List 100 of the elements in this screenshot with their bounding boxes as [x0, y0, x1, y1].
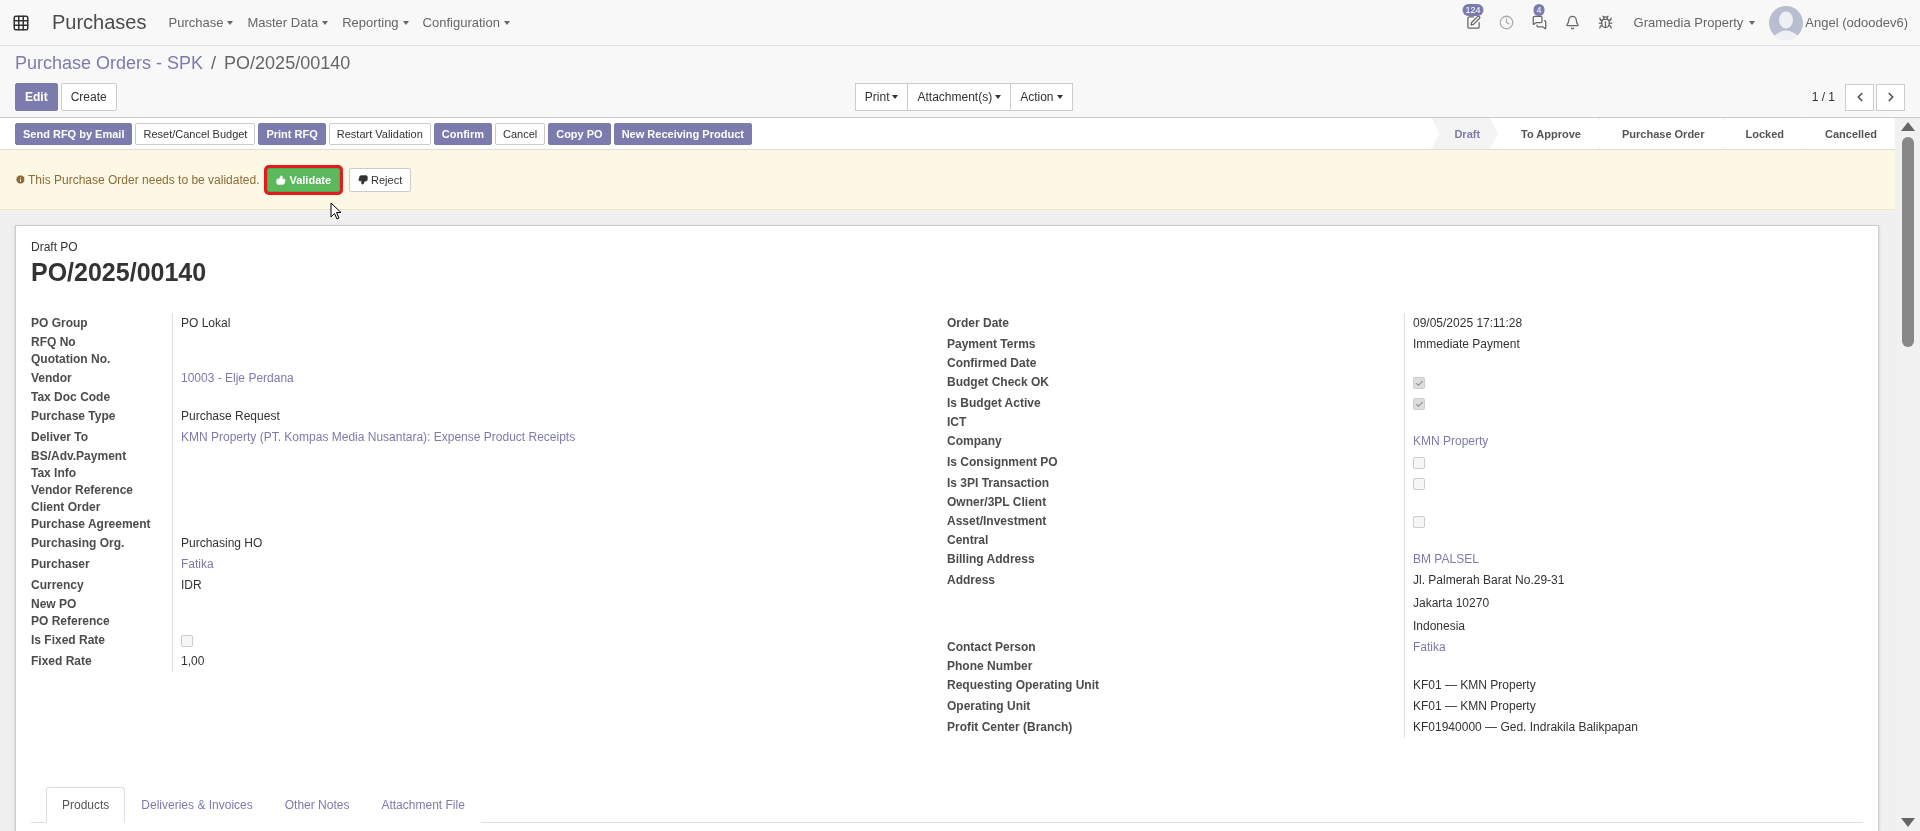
- primary-button[interactable]: Confirm: [433, 122, 492, 145]
- next-button[interactable]: [1876, 83, 1905, 111]
- thumbs-up-icon: [276, 174, 287, 185]
- field-value: 1,00: [181, 653, 206, 670]
- menu-item[interactable]: Configuration: [422, 15, 510, 30]
- field-label: PO Group: [31, 313, 173, 334]
- field-link[interactable]: KMN Property (PT. Kompas Media Nusantara): Expense Product Receipts: [181, 427, 947, 448]
- checkbox[interactable]: [1413, 516, 1425, 528]
- field-label: Owner/3PL Client: [947, 494, 1405, 511]
- field-label: Purchase Agreement: [31, 516, 173, 533]
- apps-menu-icon[interactable]: [12, 13, 30, 32]
- field-value: Immediate Payment: [1413, 336, 1521, 353]
- reject-button[interactable]: Reject: [349, 167, 412, 192]
- alert-message: This Purchase Order needs to be validated.: [28, 172, 260, 187]
- field-label: PO Reference: [31, 613, 173, 630]
- pager-value: 1 / 1: [1811, 90, 1835, 104]
- field-label: Order Date: [947, 313, 1405, 334]
- bell-icon[interactable]: [1564, 15, 1580, 30]
- user-name[interactable]: Angel (odoodev6): [1805, 15, 1908, 30]
- checkbox[interactable]: [1413, 478, 1425, 490]
- address-line: Jakarta 10270: [1413, 596, 1491, 611]
- pointer-icon: [330, 202, 342, 220]
- dropdown-button[interactable]: Print: [854, 83, 909, 111]
- menu-item[interactable]: Reporting: [342, 15, 409, 30]
- secondary-button[interactable]: Create: [60, 83, 117, 111]
- field-label: Purchase Type: [31, 406, 173, 427]
- scroll-down-icon[interactable]: [1900, 818, 1915, 827]
- field-link[interactable]: Fatika: [181, 554, 947, 575]
- field-label: Fixed Rate: [31, 651, 173, 672]
- field-value: KF01940000 — Ged. Indrakila Balikpapan: [1413, 719, 1639, 736]
- bug-icon[interactable]: [1597, 15, 1613, 30]
- field-value: KF01 — KMN Property: [1413, 698, 1537, 715]
- dropdown-button[interactable]: Attachment(s): [907, 83, 1012, 111]
- field-label: Phone Number: [947, 658, 1405, 675]
- checkbox[interactable]: [181, 635, 193, 647]
- field-label: BS/Adv.Payment: [31, 448, 173, 465]
- breadcrumb-link[interactable]: Purchase Orders - SPK: [15, 53, 204, 74]
- app-title: Purchases: [52, 11, 147, 34]
- field-label: Purchaser: [31, 554, 173, 575]
- primary-button[interactable]: Send RFQ by Email: [15, 122, 133, 145]
- field-label: Currency: [31, 575, 173, 596]
- primary-button[interactable]: Copy PO: [548, 122, 611, 145]
- tab[interactable]: Products: [46, 787, 126, 823]
- primary-button[interactable]: Print RFQ: [258, 122, 326, 145]
- field-value: Purchase Request: [181, 408, 281, 425]
- address-line: Indonesia: [1413, 619, 1467, 634]
- field-value: PO Lokal: [181, 315, 232, 332]
- status-step[interactable]: Draft: [1431, 118, 1499, 149]
- form-subtitle: Draft PO: [31, 240, 79, 254]
- menu-item[interactable]: Master Data: [247, 15, 329, 30]
- edit-icon[interactable]: [1465, 15, 1481, 30]
- avatar-icon[interactable]: [1769, 5, 1804, 40]
- primary-button[interactable]: New Receiving Product: [613, 122, 752, 145]
- field-label: Tax Info: [31, 465, 173, 482]
- form-title: PO/2025/00140: [31, 258, 208, 287]
- field-label: Budget Check OK: [947, 372, 1405, 393]
- field-link[interactable]: BM PALSEL: [1413, 549, 1863, 570]
- secondary-button[interactable]: Reset/Cancel Budget: [135, 122, 256, 145]
- field-label: Deliver To: [31, 427, 173, 448]
- count-badge: 124: [1462, 4, 1484, 16]
- field-label: Confirmed Date: [947, 355, 1405, 372]
- field-label: New PO: [31, 596, 173, 613]
- menu-item[interactable]: Purchase: [168, 15, 234, 30]
- field-label: Purchasing Org.: [31, 533, 173, 554]
- field-label: Requesting Operating Unit: [947, 675, 1405, 696]
- address-line: Jl. Palmerah Barat No.29-31: [1413, 573, 1566, 588]
- primary-button[interactable]: Edit: [15, 83, 58, 111]
- previous-button[interactable]: [1845, 83, 1874, 111]
- field-label: Payment Terms: [947, 334, 1405, 355]
- field-label: Operating Unit: [947, 696, 1405, 717]
- field-label: Vendor Reference: [31, 482, 173, 499]
- field-label: Tax Doc Code: [31, 389, 173, 406]
- chat-icon[interactable]: [1531, 15, 1547, 30]
- field-link[interactable]: KMN Property: [1413, 431, 1863, 452]
- checkbox[interactable]: [1413, 398, 1425, 410]
- breadcrumb-current: PO/2025/00140: [224, 53, 351, 74]
- field-label: ICT: [947, 414, 1405, 431]
- field-label: Contact Person: [947, 637, 1405, 658]
- breadcrumb-separator: /: [211, 53, 217, 74]
- checkbox[interactable]: [1413, 377, 1425, 389]
- field-label: Vendor: [31, 368, 173, 389]
- scrollbar-thumb[interactable]: [1901, 137, 1914, 347]
- thumbs-down-icon: [358, 174, 369, 185]
- secondary-button[interactable]: Restart Validation: [328, 122, 431, 145]
- field-label: Billing Address: [947, 549, 1405, 570]
- field-label: Client Order: [31, 499, 173, 516]
- field-link[interactable]: 10003 - Elje Perdana: [181, 368, 947, 389]
- field-label: Address: [947, 570, 1405, 637]
- field-link[interactable]: Fatika: [1413, 637, 1863, 658]
- scroll-up-icon[interactable]: [1900, 122, 1915, 131]
- count-badge: 4: [1533, 4, 1545, 16]
- field-value: 09/05/2025 17:11:28: [1413, 315, 1524, 332]
- field-label: Asset/Investment: [947, 511, 1405, 532]
- clock-icon[interactable]: [1498, 15, 1514, 30]
- dropdown-button[interactable]: Action: [1010, 83, 1073, 111]
- secondary-button[interactable]: Cancel: [494, 122, 546, 145]
- company-switcher[interactable]: Gramedia Property: [1633, 15, 1756, 30]
- checkbox[interactable]: [1413, 457, 1425, 469]
- field-label: Is Consignment PO: [947, 452, 1405, 473]
- field-label: Profit Center (Branch): [947, 717, 1405, 738]
